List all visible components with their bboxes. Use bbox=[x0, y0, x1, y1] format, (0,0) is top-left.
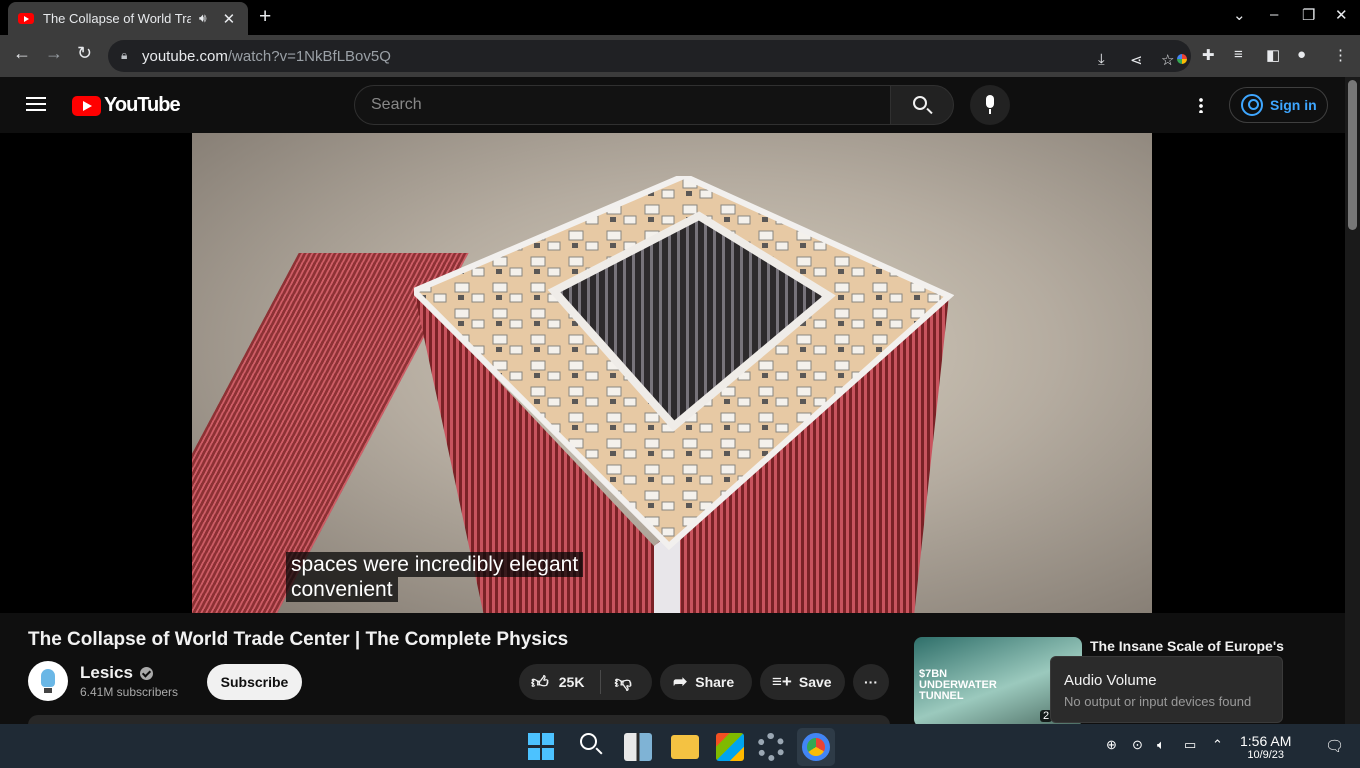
search-input[interactable] bbox=[354, 85, 891, 125]
flyout-title: Audio Volume bbox=[1064, 672, 1157, 689]
chrome-menu-icon[interactable]: ⋮ bbox=[1333, 46, 1348, 64]
voice-search-button[interactable] bbox=[970, 85, 1010, 125]
sign-in-label: Sign in bbox=[1270, 97, 1317, 113]
display-icon[interactable]: ▭ bbox=[1184, 737, 1196, 753]
related-video-title[interactable]: The Insane Scale of Europe's bbox=[1090, 638, 1284, 654]
mic-icon bbox=[986, 95, 994, 108]
youtube-logo[interactable]: YouTube bbox=[72, 94, 181, 117]
clock-date: 10/9/23 bbox=[1247, 749, 1285, 761]
tower-render-image bbox=[414, 176, 954, 613]
close-window-icon[interactable]: ✕ bbox=[1335, 6, 1348, 24]
bookmark-star-icon[interactable]: ☆ bbox=[1161, 51, 1174, 69]
youtube-header: YouTube Sign in bbox=[0, 77, 1345, 133]
account-icon bbox=[1241, 94, 1263, 116]
browser-tab[interactable]: The Collapse of World Trade Center | The… bbox=[8, 2, 248, 35]
restore-icon[interactable]: ❐ bbox=[1302, 6, 1315, 24]
sign-in-button[interactable]: Sign in bbox=[1229, 87, 1328, 123]
google-lens-icon[interactable] bbox=[1174, 51, 1190, 67]
settings-icon[interactable] bbox=[757, 733, 785, 761]
tab-title: The Collapse of World Trade Center | The… bbox=[43, 11, 191, 26]
flyout-subtitle: No output or input devices found bbox=[1064, 694, 1252, 709]
save-button[interactable]: ≡+ Save bbox=[760, 664, 845, 700]
share-button[interactable]: ➦ Share bbox=[660, 664, 752, 700]
channel-name-text[interactable]: Lesics bbox=[80, 663, 133, 683]
media-control-icon[interactable]: ≡ bbox=[1234, 46, 1243, 63]
volume-tray-icon[interactable]: 🔈︎ bbox=[1157, 737, 1165, 753]
channel-avatar[interactable] bbox=[28, 661, 68, 701]
share-arrow-icon: ➦ bbox=[673, 672, 688, 691]
subscriber-count: 6.41M subscribers bbox=[80, 685, 179, 699]
playlist-add-icon: ≡+ bbox=[772, 672, 792, 691]
chrome-icon[interactable] bbox=[802, 733, 830, 761]
thumbs-down-icon[interactable]: 👎︎ bbox=[614, 672, 631, 693]
caption-line: convenient bbox=[286, 577, 398, 602]
subscribe-button[interactable]: Subscribe bbox=[207, 664, 302, 700]
taskbar-search-icon[interactable] bbox=[580, 733, 597, 750]
lock-icon[interactable]: 🔒︎ bbox=[121, 48, 127, 63]
verified-check-icon bbox=[139, 666, 153, 680]
network-up-icon[interactable]: ⊕ bbox=[1106, 737, 1117, 753]
like-dislike-group: 👍︎ 25K 👎︎ bbox=[519, 664, 652, 700]
new-tab-icon[interactable]: + bbox=[259, 5, 271, 29]
share-label: Share bbox=[695, 674, 735, 690]
video-caption: spaces were incredibly elegant convenien… bbox=[286, 552, 584, 602]
thumbnail-text: $7BN UNDERWATER TUNNEL bbox=[919, 668, 997, 702]
video-frame[interactable] bbox=[192, 133, 1152, 613]
media-play-icon[interactable]: ⊙ bbox=[1132, 737, 1143, 753]
forward-icon[interactable]: → bbox=[45, 43, 63, 64]
back-icon[interactable]: ← bbox=[13, 43, 31, 64]
side-panel-icon[interactable]: ◧ bbox=[1266, 46, 1280, 64]
more-horizontal-icon: ··· bbox=[864, 674, 878, 690]
logo-text: YouTube bbox=[104, 94, 181, 116]
close-tab-icon[interactable]: ✕ bbox=[223, 10, 236, 28]
more-actions-button[interactable]: ··· bbox=[853, 664, 889, 700]
install-icon[interactable]: ⤓ bbox=[1098, 51, 1105, 68]
clock-time: 1:56 AM bbox=[1240, 733, 1292, 749]
lightbulb-icon bbox=[41, 669, 55, 687]
video-player[interactable] bbox=[0, 133, 1345, 613]
tab-search-icon[interactable]: ⌄ bbox=[1233, 6, 1246, 24]
youtube-favicon-icon bbox=[18, 13, 34, 24]
scrollbar-thumb[interactable] bbox=[1348, 80, 1357, 230]
widgets-icon[interactable] bbox=[624, 733, 652, 761]
video-title: The Collapse of World Trade Center | The… bbox=[28, 629, 569, 650]
start-button[interactable] bbox=[528, 733, 556, 761]
minimize-icon[interactable]: – bbox=[1270, 6, 1278, 23]
settings-more-icon[interactable] bbox=[1199, 97, 1203, 113]
address-bar[interactable]: 🔒︎ youtube.com/watch?v=1NkBfLBov5Q ⤓ ⋖ ☆ bbox=[108, 40, 1191, 72]
taskbar-clock[interactable]: 1:56 AM 10/9/23 bbox=[1240, 733, 1291, 761]
store-icon[interactable] bbox=[716, 733, 744, 761]
channel-name[interactable]: Lesics bbox=[80, 663, 153, 683]
profile-icon[interactable]: ● bbox=[1297, 46, 1306, 63]
audio-volume-flyout: Audio Volume No output or input devices … bbox=[1050, 656, 1283, 723]
youtube-play-icon bbox=[72, 95, 101, 116]
reload-icon[interactable]: ↻ bbox=[77, 43, 92, 64]
browser-toolbar: ← → ↻ 🔒︎ youtube.com/watch?v=1NkBfLBov5Q… bbox=[0, 35, 1360, 77]
extensions-icon[interactable]: ✚ bbox=[1202, 46, 1215, 64]
share-icon[interactable]: ⋖ bbox=[1130, 51, 1143, 69]
windows-taskbar: ⊕ ⊙ 🔈︎ ▭ ⌃ 1:56 AM 10/9/23 🗨︎ bbox=[0, 724, 1360, 768]
save-label: Save bbox=[798, 674, 832, 690]
menu-icon[interactable] bbox=[26, 97, 46, 111]
browser-tab-strip: The Collapse of World Trade Center | The… bbox=[0, 0, 1360, 35]
like-count[interactable]: 25K bbox=[559, 674, 585, 690]
url-text[interactable]: youtube.com/watch?v=1NkBfLBov5Q bbox=[142, 48, 391, 65]
thumbs-up-icon[interactable]: 👍︎ bbox=[531, 672, 549, 693]
search-icon bbox=[913, 96, 927, 110]
like-divider bbox=[600, 670, 602, 694]
notification-icon[interactable]: 🗨︎ bbox=[1325, 737, 1344, 755]
search-button[interactable] bbox=[890, 85, 954, 125]
show-hidden-icons-chevron-icon[interactable]: ⌃ bbox=[1212, 737, 1223, 753]
file-explorer-icon[interactable] bbox=[671, 735, 699, 759]
speaker-icon[interactable]: 🔊︎ bbox=[199, 11, 207, 26]
caption-line: spaces were incredibly elegant bbox=[286, 552, 584, 577]
